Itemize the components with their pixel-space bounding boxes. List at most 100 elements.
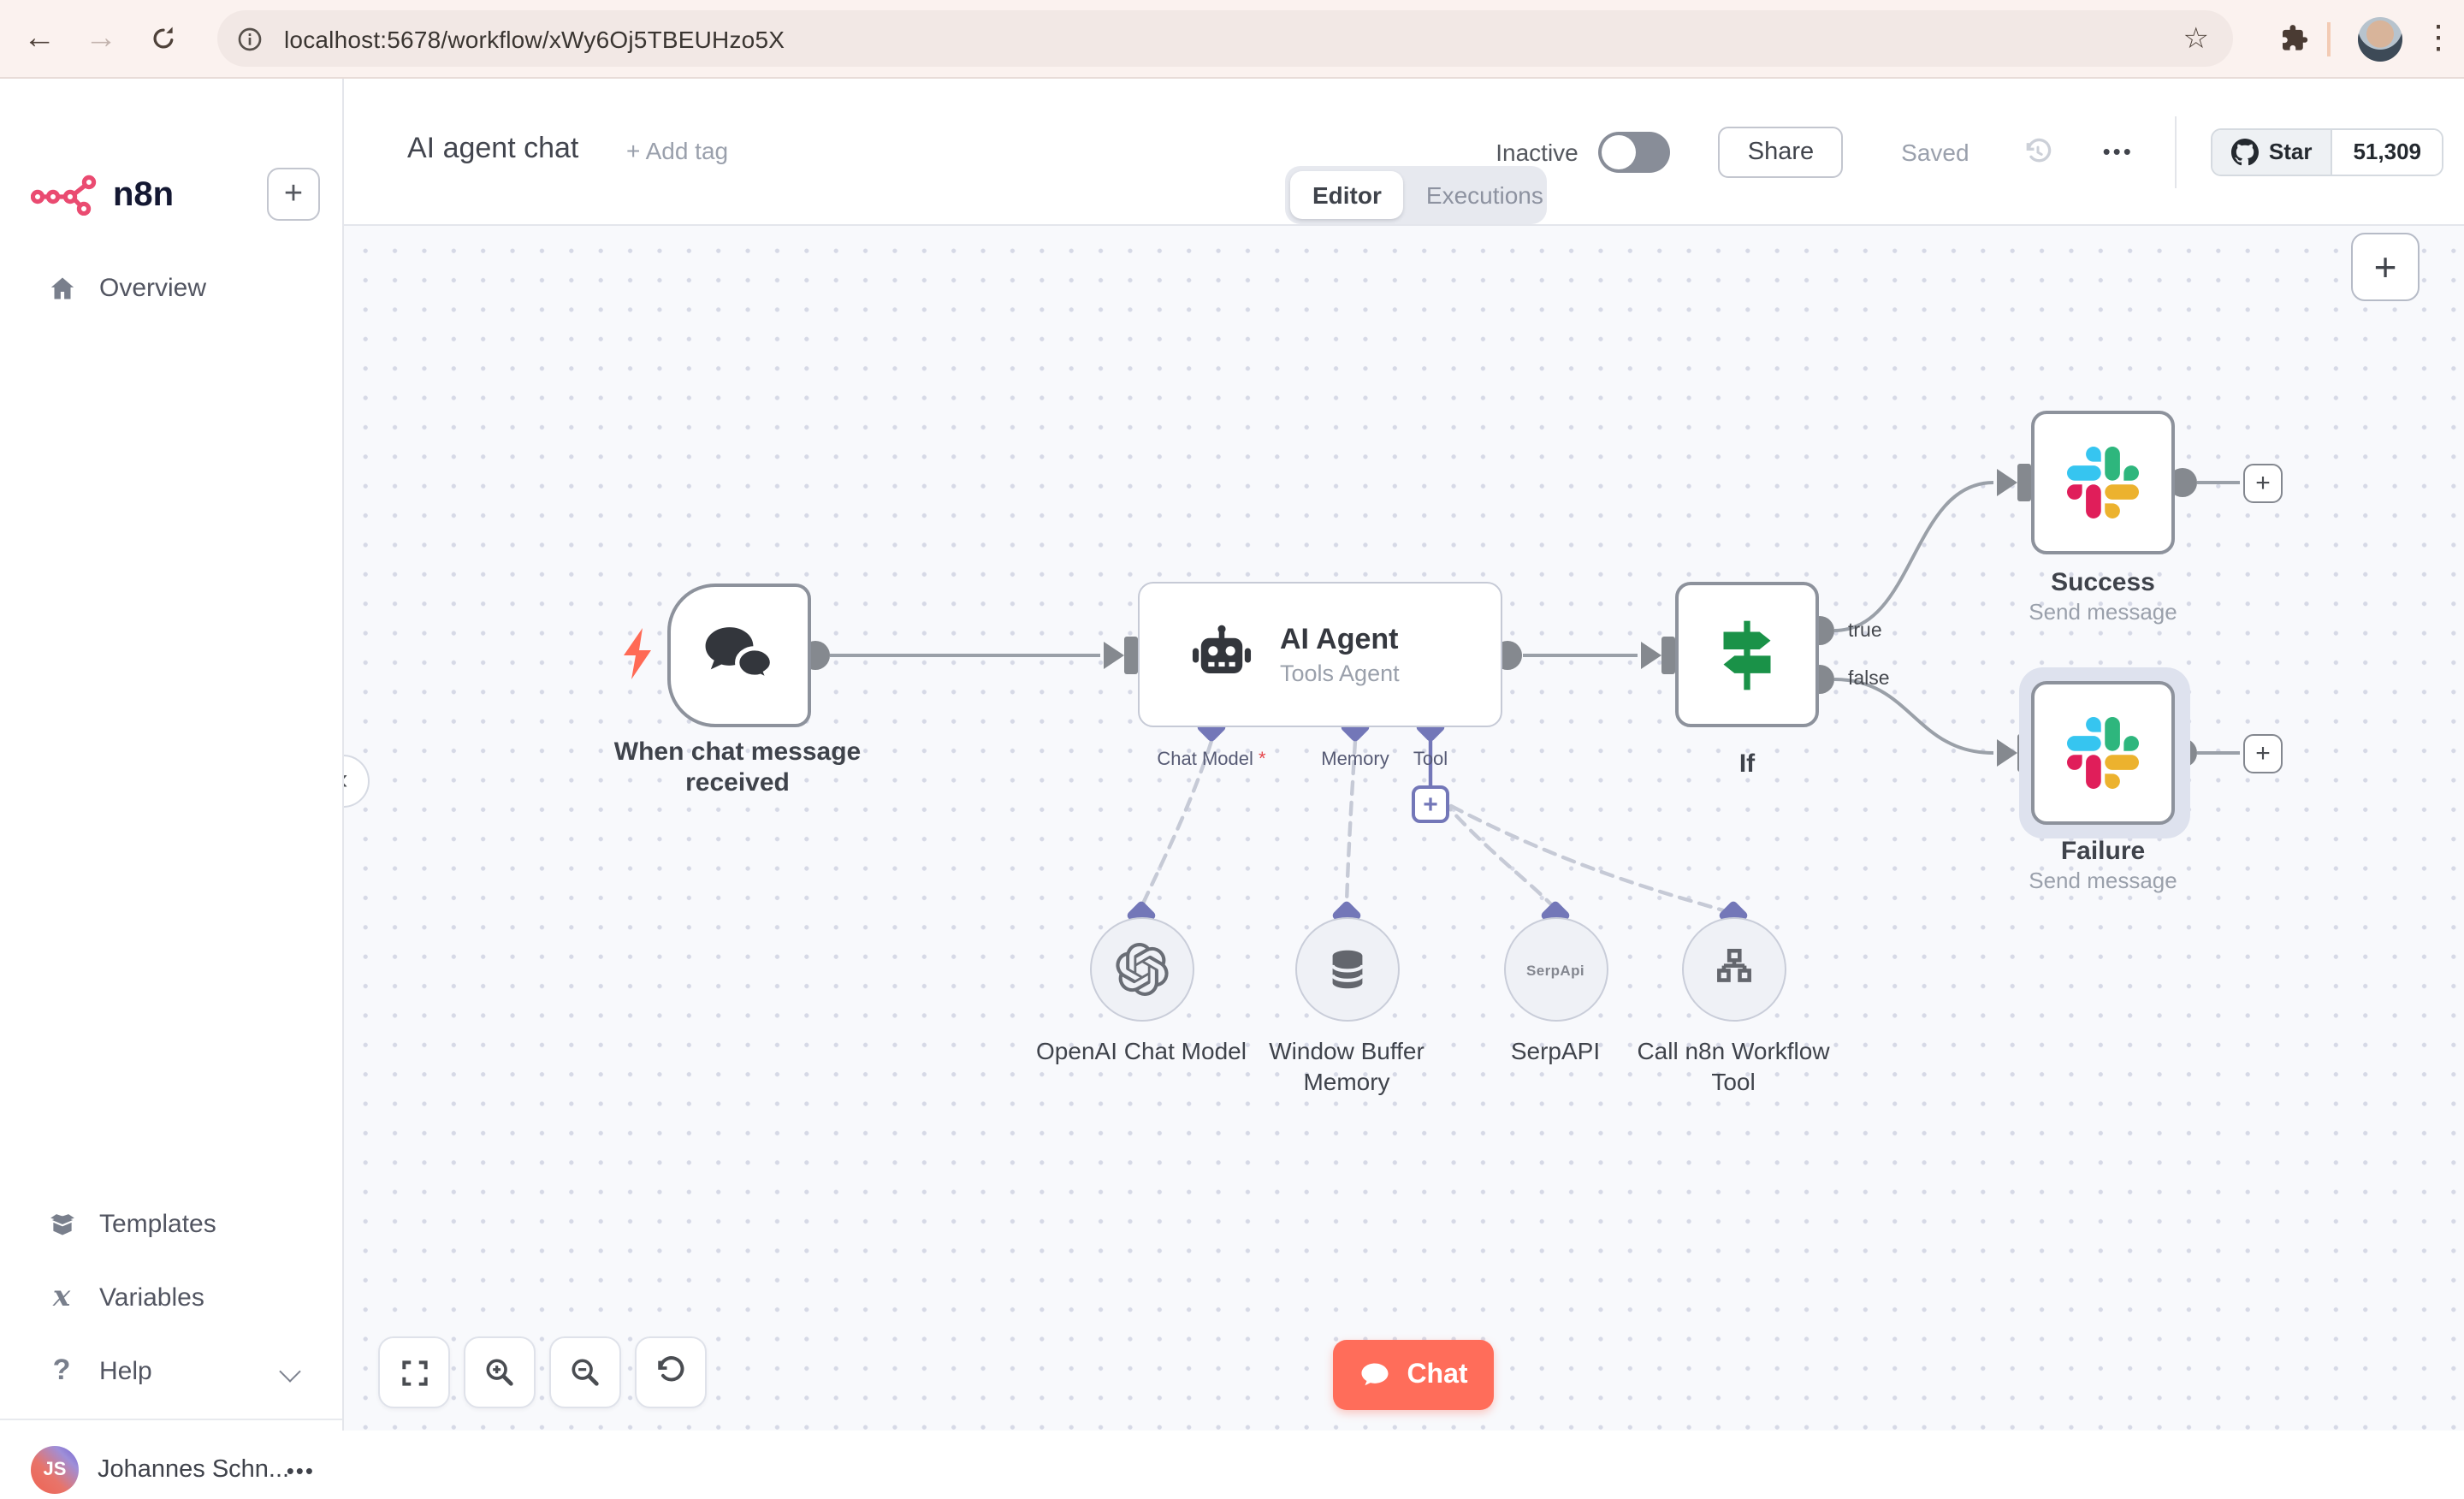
agent-input-arrow <box>1104 642 1124 669</box>
zoom-out-button[interactable] <box>549 1336 621 1408</box>
chat-button-label: Chat <box>1407 1360 1468 1389</box>
chevron-down-icon <box>279 1360 301 1383</box>
saved-status: Saved <box>1901 138 1969 165</box>
success-input-port[interactable] <box>2017 464 2031 501</box>
database-icon <box>1330 950 1364 989</box>
subnode-call-n8n-workflow-tool[interactable] <box>1681 917 1786 1022</box>
sidebar-item-overview[interactable]: Overview <box>0 258 342 317</box>
history-icon[interactable] <box>2021 134 2055 169</box>
open-chat-button[interactable]: Chat <box>1333 1340 1494 1410</box>
node-ai-agent[interactable]: AI Agent Tools Agent <box>1138 582 1502 727</box>
node-subtitle: Send message <box>2029 868 2177 893</box>
zoom-to-fit-button[interactable] <box>378 1336 450 1408</box>
chat-trigger-icon <box>705 627 775 685</box>
robot-icon <box>1192 624 1252 672</box>
share-button[interactable]: Share <box>1718 126 1844 177</box>
view-tabs: Editor Executions <box>1285 166 1547 224</box>
subnode-label: Call n8n Workflow Tool <box>1637 1037 1830 1096</box>
tab-editor[interactable]: Editor <box>1290 171 1404 219</box>
failure-add-node-button[interactable]: + <box>2243 734 2283 773</box>
n8n-logo-icon <box>31 175 97 216</box>
add-workflow-button[interactable]: + <box>267 168 320 221</box>
node-label: When chat message received <box>613 738 862 798</box>
browser-back-icon[interactable]: ← <box>10 0 68 77</box>
url-text[interactable]: localhost:5678/workflow/xWy6Oj5TBEUHzo5X <box>284 25 785 52</box>
workflow-menu-dots-icon[interactable]: ••• <box>2103 139 2134 164</box>
subnode-window-buffer-memory[interactable] <box>1294 917 1399 1022</box>
sidebar-item-templates[interactable]: Templates <box>0 1194 342 1253</box>
required-mark: * <box>1259 750 1266 770</box>
github-star-count: 51,309 <box>2332 129 2442 174</box>
subnode-label: Window Buffer Memory <box>1269 1037 1424 1096</box>
toolbar-divider <box>2327 21 2331 56</box>
sidebar-collapse-button[interactable]: ‹ <box>344 755 370 808</box>
port-label-chat-model: Chat Model * <box>1122 750 1300 770</box>
github-star-widget[interactable]: Star 51,309 <box>2210 127 2443 175</box>
edge-tool-workflow <box>1448 803 1726 913</box>
zoom-in-button[interactable] <box>464 1336 536 1408</box>
workflow-header: AI agent chat + Add tag Inactive Share S… <box>344 79 2464 226</box>
add-tool-button[interactable]: + <box>1412 785 1449 823</box>
port-label-tool: Tool <box>1413 750 1448 770</box>
extensions-puzzle-icon[interactable] <box>2277 22 2310 55</box>
site-info-icon[interactable] <box>236 25 264 52</box>
output-label-true: true <box>1848 620 1882 641</box>
slack-icon <box>2067 447 2139 518</box>
browser-menu-icon[interactable]: ⋮ <box>2413 0 2464 77</box>
node-failure[interactable] <box>2031 681 2175 825</box>
reset-zoom-button[interactable] <box>635 1336 707 1408</box>
user-name: Johannes Schn... <box>98 1456 290 1484</box>
toggle-knob <box>1602 134 1637 169</box>
subnode-label: OpenAI Chat Model <box>1036 1037 1247 1064</box>
if-input-port[interactable] <box>1661 637 1675 674</box>
header-divider <box>2174 116 2177 187</box>
bookmark-star-icon[interactable]: ☆ <box>2183 10 2210 67</box>
failure-input-arrow <box>1997 739 2017 767</box>
sidebar-item-label: Help <box>99 1356 152 1385</box>
browser-refresh-icon[interactable] <box>133 0 192 77</box>
sitemap-icon <box>1716 948 1750 982</box>
main-panel: AI agent chat + Add tag Inactive Share S… <box>344 79 2464 1431</box>
templates-box-icon <box>44 1209 79 1238</box>
node-success[interactable] <box>2031 411 2175 554</box>
user-avatar: JS <box>31 1446 79 1494</box>
success-add-node-button[interactable]: + <box>2243 464 2283 503</box>
sidebar-item-label: Variables <box>99 1283 204 1312</box>
trigger-bolt-icon <box>624 628 651 679</box>
chat-bubble-icon <box>1361 1363 1389 1386</box>
workflow-canvas[interactable]: ‹ + <box>344 226 2464 1431</box>
subnode-openai-chat-model[interactable] <box>1089 917 1194 1022</box>
node-label: Failure <box>2060 837 2146 866</box>
activation-toggle[interactable] <box>1598 131 1671 172</box>
browser-toolbar: ← → localhost:5678/workflow/xWy6Oj5TBEUH… <box>0 0 2464 79</box>
openai-icon <box>1115 943 1168 996</box>
canvas-add-node-button[interactable]: + <box>2351 233 2420 301</box>
sidebar-item-help[interactable]: ? Help <box>0 1342 342 1400</box>
serpapi-logo-text: SerpApi <box>1526 961 1584 978</box>
variables-icon: x <box>52 1280 71 1314</box>
slack-icon <box>2067 717 2139 789</box>
node-if[interactable] <box>1675 582 1819 727</box>
n8n-logo[interactable]: n8n <box>31 175 174 216</box>
node-label: If <box>1738 750 1756 779</box>
tab-executions[interactable]: Executions <box>1404 171 1566 219</box>
if-input-arrow <box>1641 642 1661 669</box>
node-when-chat-message-received[interactable] <box>667 584 811 727</box>
sidebar-item-variables[interactable]: x Variables <box>0 1268 342 1326</box>
app-shell: n8n + Overview Templates x Variables ? H… <box>0 79 2464 1494</box>
canvas-controls <box>378 1336 707 1408</box>
sidebar-item-label: Overview <box>99 273 207 302</box>
edge-tool-serpapi <box>1440 798 1553 906</box>
address-bar[interactable]: localhost:5678/workflow/xWy6Oj5TBEUHzo5X… <box>217 10 2233 67</box>
edge-if-false-failure <box>1833 678 1994 755</box>
agent-input-port[interactable] <box>1124 637 1138 674</box>
browser-forward-icon[interactable]: → <box>72 0 130 77</box>
user-menu[interactable]: JS Johannes Schn... ••• <box>0 1441 342 1499</box>
add-tag-button[interactable]: + Add tag <box>626 137 728 164</box>
workflow-title[interactable]: AI agent chat <box>407 132 578 166</box>
subnode-serpapi[interactable]: SerpApi <box>1503 917 1608 1022</box>
user-menu-dots-icon[interactable]: ••• <box>287 1457 315 1483</box>
browser-profile-avatar[interactable] <box>2358 16 2402 61</box>
activation-status-label: Inactive <box>1496 138 1578 165</box>
success-input-arrow <box>1997 469 2017 496</box>
